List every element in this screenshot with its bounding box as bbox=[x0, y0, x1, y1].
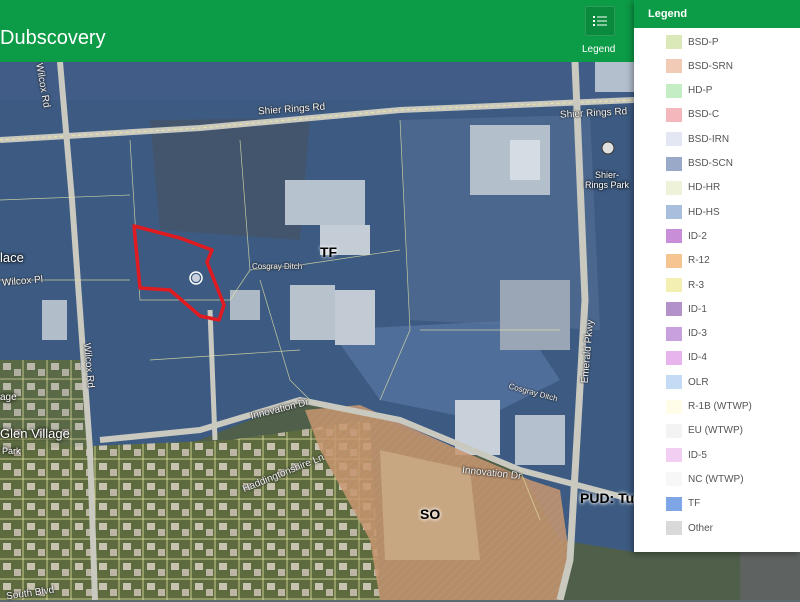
legend-item-label: BSD-IRN bbox=[688, 133, 730, 145]
legend-item-label: HD-P bbox=[688, 85, 713, 97]
legend-item: ID-5 bbox=[666, 446, 707, 464]
legend-item-label: TF bbox=[688, 498, 701, 510]
place-label-park-right: Shier-Rings Park bbox=[584, 170, 629, 190]
legend-item: ID-4 bbox=[666, 349, 707, 367]
legend-item-label: R-1B (WTWP) bbox=[688, 401, 752, 412]
legend-swatch bbox=[666, 302, 682, 317]
legend-item-label: BSD-SRN bbox=[688, 60, 734, 72]
legend-swatch bbox=[666, 448, 682, 463]
legend-item: NC (WTWP) bbox=[666, 470, 744, 488]
legend-item-label: R-3 bbox=[688, 279, 705, 291]
legend-item: HD-HS bbox=[666, 203, 720, 221]
legend-item: R-12 bbox=[666, 252, 710, 270]
list-icon bbox=[593, 16, 607, 26]
place-label-glen-village: Glen Village bbox=[0, 426, 70, 441]
legend-item-label: HD-HR bbox=[688, 182, 721, 194]
legend-swatch bbox=[666, 59, 682, 74]
legend-title: Legend bbox=[634, 0, 800, 28]
legend-swatch bbox=[666, 326, 682, 341]
legend-swatch bbox=[666, 375, 682, 390]
legend-item-label: BSD-C bbox=[688, 109, 720, 121]
legend-item: Other bbox=[666, 519, 713, 537]
legend-panel: Legend BSD-P BSD-SRN HD-P BSD-C BSD-IRN BSD-S… bbox=[634, 0, 800, 552]
legend-swatch bbox=[666, 132, 682, 147]
legend-item-label: ID-4 bbox=[688, 352, 707, 364]
legend-swatch bbox=[666, 107, 682, 122]
legend-swatch bbox=[666, 350, 682, 365]
place-label-age: age bbox=[0, 392, 17, 403]
legend-item-label: EU (WTWP) bbox=[688, 425, 743, 437]
legend-item: BSD-SCN bbox=[666, 155, 733, 173]
legend-item: ID-2 bbox=[666, 227, 707, 245]
legend-swatch bbox=[666, 521, 682, 535]
legend-swatch bbox=[666, 423, 682, 438]
legend-item-label: ID-1 bbox=[688, 303, 707, 315]
legend-swatch bbox=[666, 229, 682, 244]
zone-label-pud: PUD: Tu bbox=[580, 490, 635, 506]
legend-item-label: ID-2 bbox=[688, 230, 707, 242]
legend-item: EU (WTWP) bbox=[666, 422, 743, 440]
zone-label-tf: TF bbox=[320, 244, 338, 260]
legend-swatch bbox=[666, 35, 682, 49]
legend-swatch bbox=[666, 253, 682, 268]
legend-button[interactable] bbox=[585, 6, 615, 36]
place-label-park-left: Park bbox=[2, 446, 21, 456]
app-header: Dubscovery Legend bbox=[0, 0, 634, 62]
legend-swatch bbox=[666, 180, 682, 195]
legend-swatch bbox=[666, 399, 682, 414]
legend-item-label: ID-5 bbox=[688, 449, 707, 461]
legend-item-label: OLR bbox=[688, 376, 709, 388]
zone-label-so: SO bbox=[420, 506, 441, 522]
legend-button-label[interactable]: Legend bbox=[582, 44, 615, 55]
legend-item: BSD-C bbox=[666, 106, 719, 124]
legend-item: R-1B (WTWP) bbox=[666, 398, 752, 416]
legend-item-label: Other bbox=[688, 522, 714, 534]
legend-item-label: BSD-P bbox=[688, 36, 719, 48]
legend-swatch bbox=[666, 472, 682, 487]
place-label-lace: lace bbox=[0, 250, 24, 265]
legend-item: BSD-IRN bbox=[666, 130, 729, 148]
legend-item: TF bbox=[666, 495, 700, 513]
legend-item-label: BSD-SCN bbox=[688, 158, 734, 169]
legend-item-label: ID-3 bbox=[688, 328, 707, 340]
legend-item: R-3 bbox=[666, 276, 704, 294]
legend-item: HD-HR bbox=[666, 179, 720, 197]
legend-swatch bbox=[666, 496, 682, 511]
app-title: Dubscovery bbox=[0, 27, 106, 49]
legend-item: HD-P bbox=[666, 82, 712, 100]
legend-swatch bbox=[666, 278, 682, 292]
legend-item: OLR bbox=[666, 373, 709, 391]
legend-item: BSD-SRN bbox=[666, 57, 733, 75]
legend-item-label: NC (WTWP) bbox=[688, 473, 744, 485]
legend-item: ID-3 bbox=[666, 325, 707, 343]
legend-swatch bbox=[666, 83, 682, 98]
legend-item: ID-1 bbox=[666, 300, 707, 318]
legend-item-label: R-12 bbox=[688, 255, 710, 267]
legend-item: BSD-P bbox=[666, 33, 719, 51]
road-label-cosgray-ditch-1: Cosgray Ditch bbox=[252, 262, 303, 271]
legend-swatch bbox=[666, 156, 682, 171]
legend-item-label: HD-HS bbox=[688, 206, 720, 218]
legend-swatch bbox=[666, 205, 682, 220]
